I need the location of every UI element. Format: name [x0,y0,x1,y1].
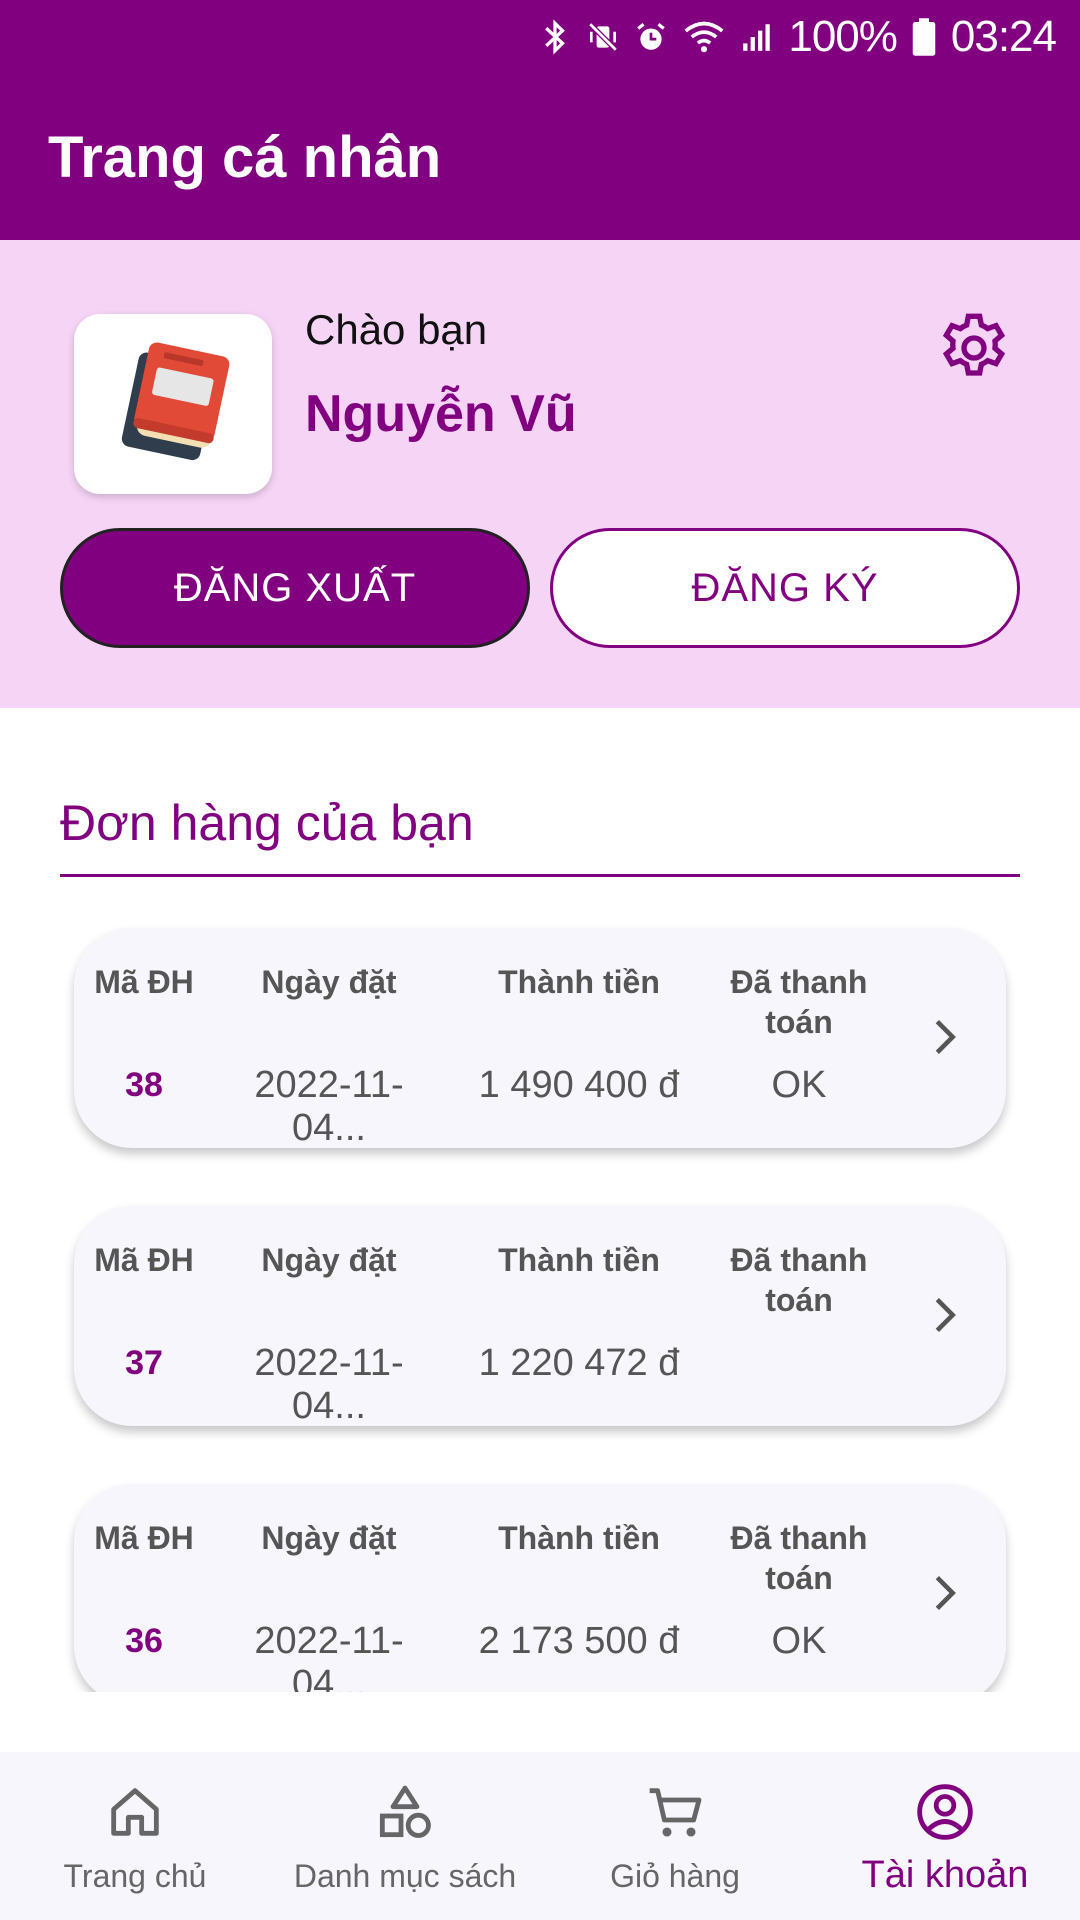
order-paid-header: Đã thanh toán [714,1518,884,1598]
status-bar: 100% 03:24 [0,0,1080,74]
order-total: 1 490 400 đ [478,1064,680,1106]
nav-item-cart[interactable]: Giỏ hàng [570,1752,780,1920]
wifi-icon [682,17,726,57]
chevron-right-icon[interactable] [922,1292,968,1338]
order-total-header: Thành tiền [498,1242,660,1278]
order-paid-status: OK [771,1064,827,1106]
register-button[interactable]: ĐĂNG KÝ [550,528,1020,648]
order-date-header: Ngày đặt [261,1242,397,1278]
order-date: 2022-11-04... [254,1342,404,1427]
settings-button[interactable] [930,304,1018,392]
order-total-header: Thành tiền [498,1520,660,1556]
profile-panel: Chào bạn Nguyễn Vũ ĐĂNG XUẤT ĐĂNG KÝ [0,240,1080,708]
orders-section-title: Đơn hàng của bạn [60,795,474,851]
battery-icon [911,17,937,57]
order-paid-header: Đã thanh toán [714,962,884,1042]
order-paid-header: Đã thanh toán [714,1240,884,1320]
user-name: Nguyễn Vũ [305,385,577,443]
mute-vibrate-icon [586,17,620,57]
signal-icon [740,17,774,57]
order-paid-header-line2: toán [765,1004,833,1040]
order-paid-status: OK [771,1620,827,1662]
order-total-header: Thành tiền [498,964,660,1000]
order-id-header: Mã ĐH [94,1242,194,1278]
order-date: 2022-11-04... [254,1620,404,1692]
order-list[interactable]: Mã ĐH Ngày đặt Thành tiền Đã thanh toán … [0,900,1080,1692]
bluetooth-icon [538,17,572,57]
order-date: 2022-11-04... [254,1064,404,1149]
order-paid-header-line1: Đã thanh [730,964,868,1000]
order-card[interactable]: Mã ĐH Ngày đặt Thành tiền Đã thanh toán … [74,1484,1006,1692]
category-icon [373,1780,437,1844]
chevron-right-icon[interactable] [922,1014,968,1060]
app-header: 100% 03:24 Trang cá nhân [0,0,1080,240]
battery-percent: 100% [788,12,898,61]
chevron-right-icon[interactable] [922,1570,968,1616]
gear-icon [942,313,1006,376]
order-id-header: Mã ĐH [94,964,194,1000]
status-time: 03:24 [950,12,1057,61]
nav-label-cart: Giỏ hàng [610,1858,740,1894]
nav-item-account[interactable]: Tài khoản [840,1752,1050,1920]
nav-item-categories[interactable]: Danh mục sách [275,1752,535,1920]
order-paid-header-line2: toán [765,1560,833,1596]
order-paid-header-line1: Đã thanh [730,1520,868,1556]
nav-label-home: Trang chủ [63,1858,207,1894]
logout-button[interactable]: ĐĂNG XUẤT [60,528,530,648]
cart-icon [643,1780,707,1844]
page-title: Trang cá nhân [48,125,442,190]
order-total: 1 220 472 đ [478,1342,680,1384]
order-id: 36 [125,1622,163,1660]
order-id-header: Mã ĐH [94,1520,194,1556]
section-divider [60,874,1020,877]
greeting-text: Chào bạn [305,306,488,353]
book-logo-icon [121,342,230,461]
alarm-icon [634,17,668,57]
nav-item-home[interactable]: Trang chủ [30,1752,240,1920]
order-card[interactable]: Mã ĐH Ngày đặt Thành tiền Đã thanh toán … [74,928,1006,1149]
avatar [74,314,272,494]
order-id: 37 [125,1344,163,1382]
order-id: 38 [125,1066,163,1104]
order-date-header: Ngày đặt [261,964,397,1000]
bottom-navigation: Trang chủ Danh mục sách Giỏ hàng Tài kho… [0,1752,1080,1920]
order-date-header: Ngày đặt [261,1520,397,1556]
order-total: 2 173 500 đ [478,1620,680,1662]
order-paid-header-line2: toán [765,1282,833,1318]
nav-label-account: Tài khoản [861,1854,1029,1896]
nav-label-categories: Danh mục sách [293,1858,517,1894]
order-card[interactable]: Mã ĐH Ngày đặt Thành tiền Đã thanh toán … [74,1206,1006,1427]
account-icon [913,1780,977,1844]
home-icon [103,1780,167,1844]
order-paid-header-line1: Đã thanh [730,1242,868,1278]
